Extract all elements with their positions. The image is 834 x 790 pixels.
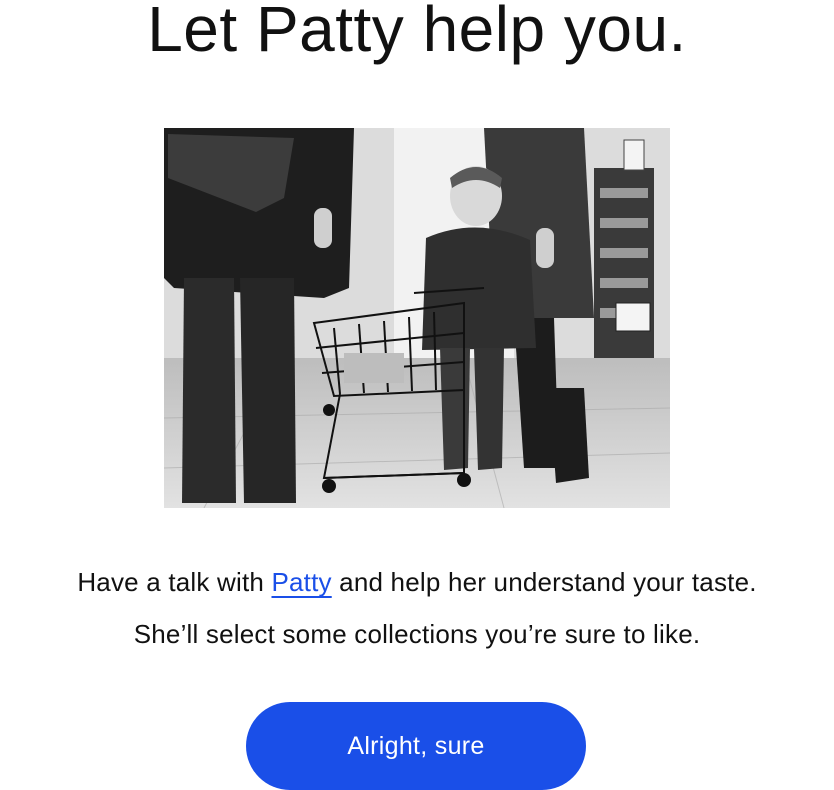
- intro-line-1-after: and help her understand your taste.: [331, 567, 757, 597]
- intro-text: Have a talk with Patty and help her unde…: [0, 556, 834, 660]
- alright-sure-button[interactable]: Alright, sure: [246, 702, 586, 790]
- page-title: Let Patty help you.: [147, 0, 687, 65]
- patty-link[interactable]: Patty: [271, 567, 331, 597]
- intro-line-1-before: Have a talk with: [77, 567, 272, 597]
- intro-line-2: She’ll select some collections you’re su…: [133, 619, 701, 649]
- intro-line-1: Have a talk with Patty and help her unde…: [0, 556, 834, 608]
- child-shopping-cart-photo: [164, 128, 670, 508]
- onboarding-page: Let Patty help you. Have a talk with Pat…: [0, 0, 834, 790]
